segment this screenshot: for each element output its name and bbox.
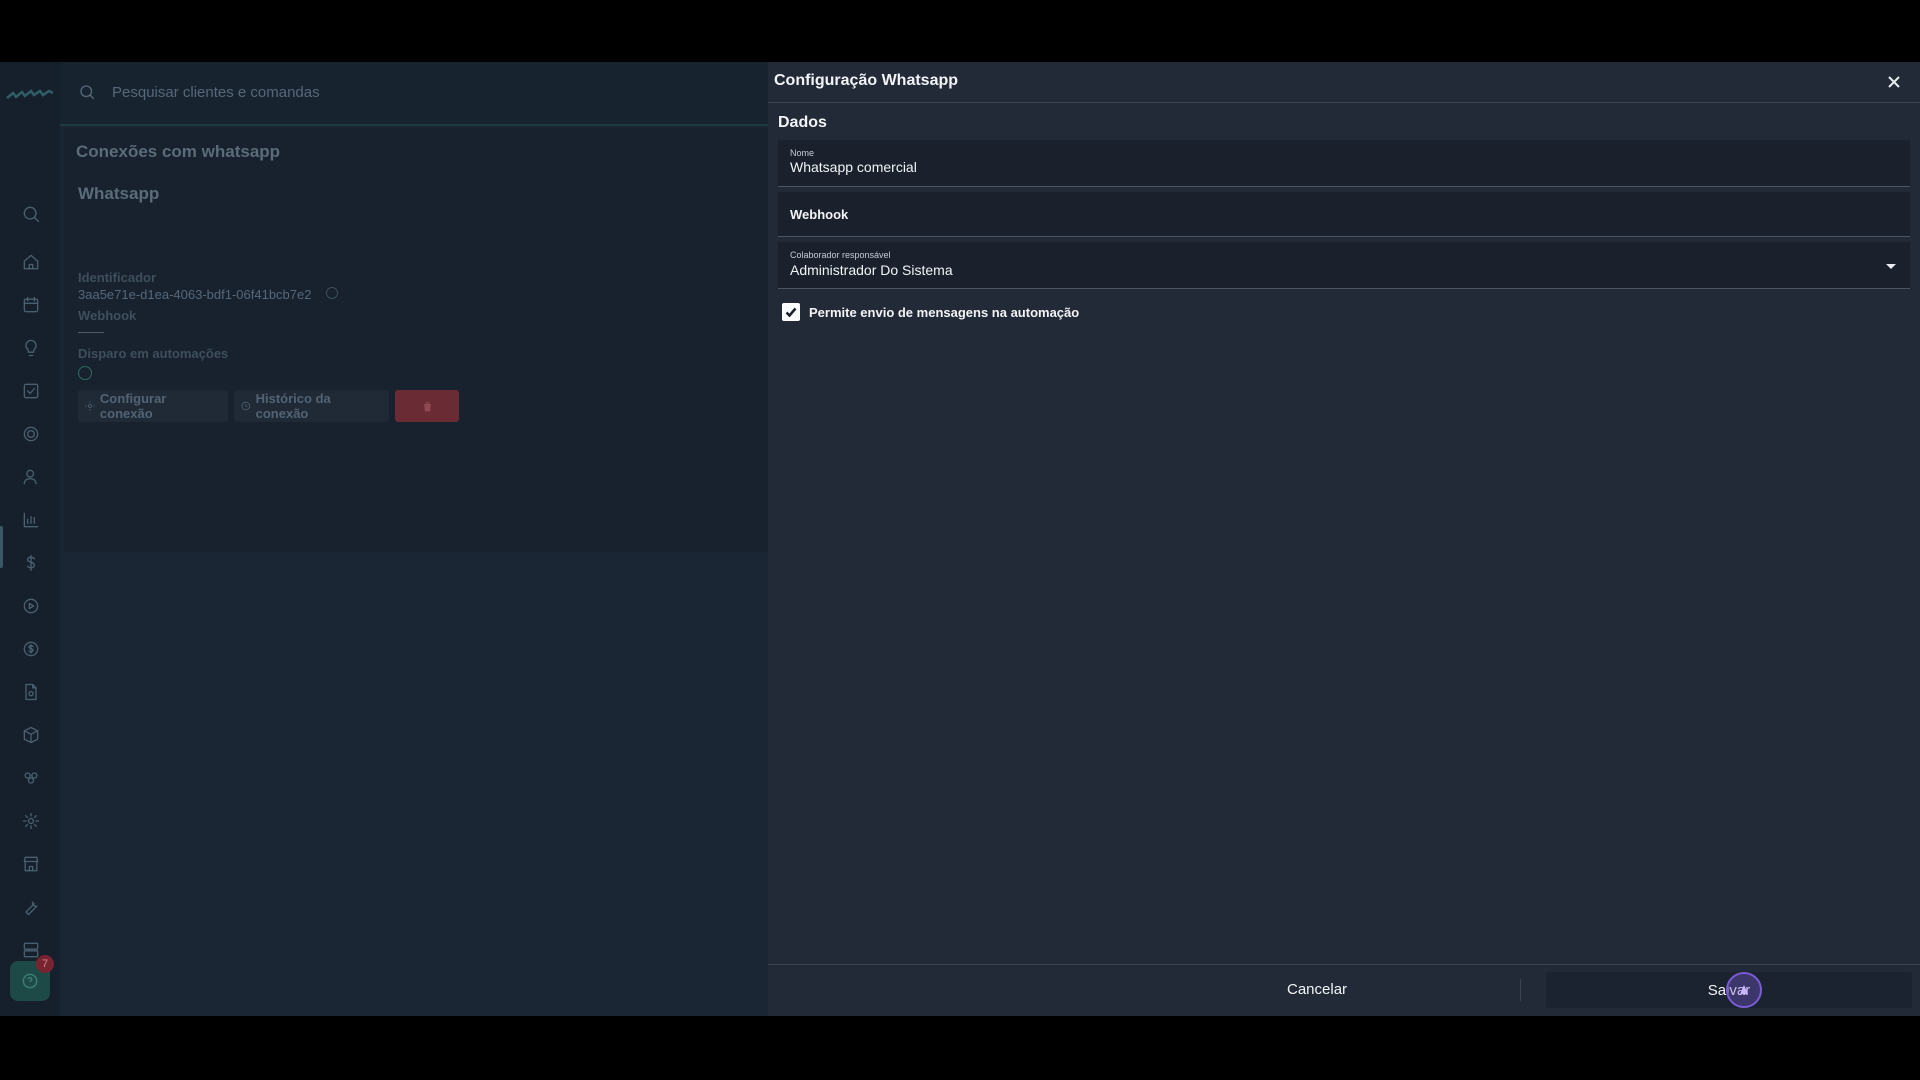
- collaborator-select[interactable]: Colaborador responsável Administrador Do…: [778, 242, 1910, 289]
- active-indicator: [0, 526, 3, 568]
- drawer-header: Configuração Whatsapp: [768, 62, 1920, 103]
- delete-button[interactable]: [395, 390, 459, 422]
- page-title: Conexões com whatsapp: [76, 142, 281, 161]
- chart-icon[interactable]: [18, 507, 44, 533]
- search-icon[interactable]: [18, 201, 44, 227]
- copy-icon[interactable]: [326, 287, 338, 299]
- target-icon[interactable]: [18, 421, 44, 447]
- webhook-label: Webhook: [78, 308, 137, 323]
- check-circle-icon: [78, 366, 92, 380]
- section-title: Dados: [778, 114, 827, 131]
- chevron-down-icon[interactable]: [1886, 264, 1896, 269]
- connection-history-label: Histórico da conexão: [255, 391, 331, 421]
- automation-checkbox[interactable]: [782, 303, 800, 321]
- connection-name: Whatsapp: [78, 184, 160, 203]
- name-field-label: Nome: [790, 148, 815, 158]
- user-icon[interactable]: [18, 464, 44, 490]
- search-input[interactable]: Pesquisar clientes e comandas: [112, 84, 320, 101]
- coin-icon[interactable]: [18, 636, 44, 662]
- box-icon[interactable]: [18, 722, 44, 748]
- save-button-label: Salvar: [1707, 981, 1751, 999]
- divider: [78, 332, 104, 333]
- close-icon[interactable]: [1884, 72, 1904, 92]
- drawer-footer: Cancelar Salvar: [768, 964, 1920, 1016]
- gear-icon[interactable]: [18, 808, 44, 834]
- topbar: Pesquisar clientes e comandas: [60, 62, 768, 126]
- whatsapp-config-drawer: Configuração Whatsapp Dados Nome Whatsap…: [768, 62, 1920, 1016]
- logo: [6, 88, 54, 102]
- store-icon[interactable]: [18, 851, 44, 877]
- sidebar: 7: [0, 62, 60, 1016]
- play-icon[interactable]: [18, 593, 44, 619]
- check-icon: [785, 307, 797, 318]
- connections-panel: Conexões com whatsapp Whatsapp Identific…: [64, 128, 768, 552]
- trash-icon: [423, 401, 431, 411]
- dollar-icon[interactable]: [18, 550, 44, 576]
- notification-badge: 7: [36, 955, 54, 973]
- collaborator-select-value: Administrador Do Sistema: [790, 262, 953, 278]
- footer-divider: [1520, 979, 1521, 1001]
- app-window: 7 Pesquisar clientes e comandas Conexões…: [0, 62, 1920, 1016]
- file-gear-icon[interactable]: [18, 679, 44, 705]
- search-icon: [78, 83, 98, 103]
- home-icon[interactable]: [18, 249, 44, 275]
- drawer-title: Configuração Whatsapp: [774, 72, 959, 89]
- identifier-label: Identificador: [78, 270, 157, 285]
- webhook-field-label: Webhook: [790, 207, 849, 222]
- calendar-icon[interactable]: [18, 292, 44, 318]
- name-field[interactable]: Nome Whatsapp comercial: [778, 140, 1910, 187]
- cancel-button[interactable]: Cancelar: [1287, 981, 1347, 998]
- tools-icon[interactable]: [18, 894, 44, 920]
- help-icon: [22, 973, 38, 989]
- checklist-icon[interactable]: [18, 378, 44, 404]
- connection-history-button[interactable]: Histórico da conexão: [234, 390, 389, 422]
- gear-icon: [85, 401, 95, 411]
- identifier-value: 3aa5e71e-d1ea-4063-bdf1-06f41bcb7e2: [78, 287, 312, 302]
- configure-connection-button[interactable]: Configurar conexão: [78, 390, 228, 422]
- group-icon[interactable]: [18, 765, 44, 791]
- name-field-value: Whatsapp comercial: [790, 159, 917, 175]
- history-icon: [241, 401, 251, 411]
- collaborator-select-label: Colaborador responsável: [790, 250, 891, 260]
- automation-label: Disparo em automações: [78, 346, 229, 361]
- automation-checkbox-label: Permite envio de mensagens na automação: [809, 304, 1080, 320]
- save-button[interactable]: Salvar: [1546, 972, 1912, 1008]
- webhook-field[interactable]: Webhook: [778, 192, 1910, 237]
- configure-connection-label: Configurar conexão: [99, 391, 167, 421]
- lightbulb-icon[interactable]: [18, 335, 44, 361]
- automation-checkbox-row[interactable]: Permite envio de mensagens na automação: [782, 303, 1079, 321]
